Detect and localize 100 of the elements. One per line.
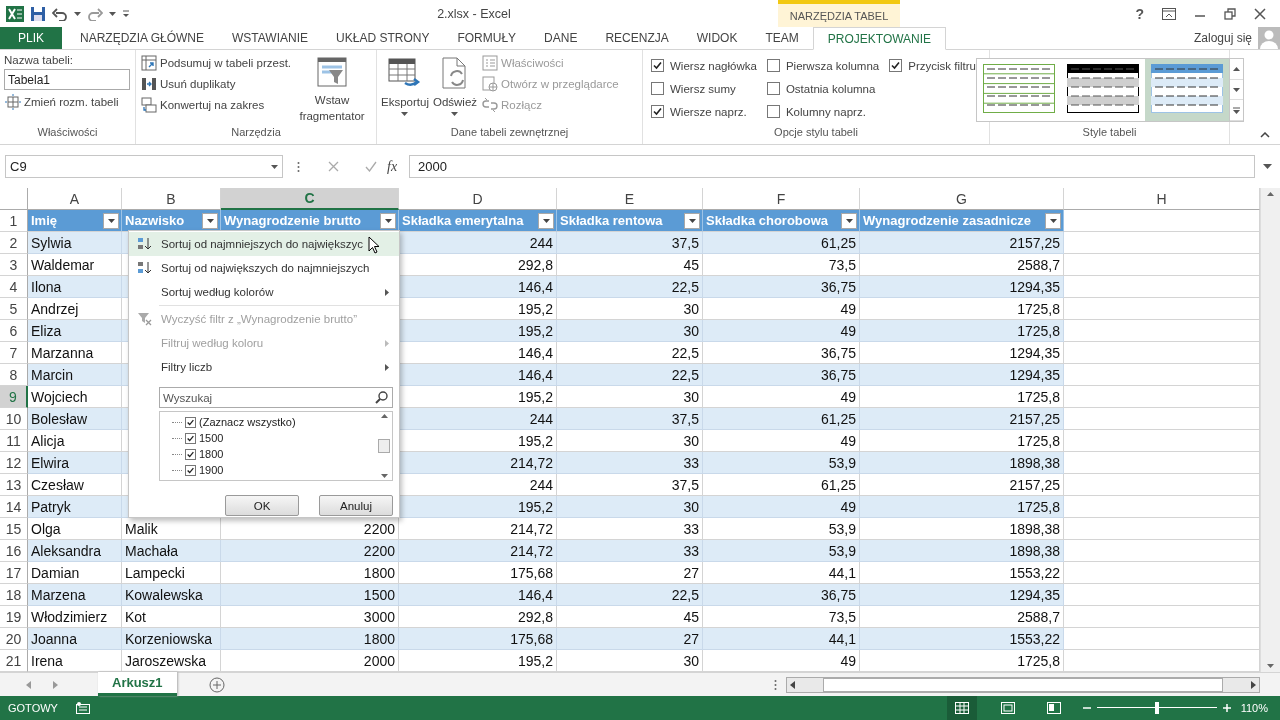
save-icon[interactable] <box>30 5 46 22</box>
menu-item[interactable]: Filtry liczb <box>129 355 399 379</box>
filter-button[interactable] <box>684 212 700 229</box>
sign-in-link[interactable]: Zaloguj się <box>1193 31 1252 45</box>
filter-button[interactable] <box>841 212 857 229</box>
scroll-up-icon[interactable] <box>1267 192 1274 196</box>
column-letter[interactable]: H <box>1064 188 1260 210</box>
checkbox[interactable] <box>766 82 780 95</box>
column-letter[interactable]: C <box>221 188 399 210</box>
expand-icon[interactable] <box>1263 164 1272 169</box>
insert-function-button[interactable]: fx <box>387 158 398 175</box>
ribbon-tab[interactable]: UKŁAD STRONY <box>322 27 444 49</box>
option-label: Wiersze naprz. <box>670 105 747 118</box>
add-sheet-icon[interactable] <box>208 676 225 693</box>
insert-slicer-button[interactable]: Wstaw fragmentator <box>296 54 369 126</box>
customize-toolbar-icon[interactable] <box>122 9 130 18</box>
table-style-swatch[interactable] <box>1144 59 1229 121</box>
table-cell: 1725,8 <box>860 496 1064 518</box>
table-cell: 30 <box>557 650 703 672</box>
ribbon-tab[interactable]: FORMUŁY <box>443 27 531 49</box>
normal-view-button[interactable] <box>946 696 977 720</box>
dialog-button[interactable]: Anuluj <box>319 495 393 516</box>
menu-item[interactable]: Sortuj od najmniejszych do największyc <box>129 232 399 256</box>
checkbox[interactable] <box>651 59 664 72</box>
menu-item[interactable]: Sortuj od największych do najmniejszych <box>129 256 399 280</box>
zoom-out-icon[interactable] <box>1082 704 1091 712</box>
column-header: Składka emerytalna <box>402 213 524 228</box>
ribbon-display-icon[interactable] <box>1162 7 1176 20</box>
search-field[interactable]: Wyszukaj <box>159 387 393 408</box>
filter-button[interactable] <box>380 212 396 229</box>
column-letter[interactable]: B <box>122 188 221 210</box>
caret-icon <box>542 218 550 223</box>
scroll-down-icon[interactable] <box>1267 664 1274 668</box>
scroll-left-icon[interactable] <box>790 680 795 689</box>
checkbox[interactable] <box>651 105 664 118</box>
checkbox[interactable] <box>185 416 196 428</box>
grip-icon <box>297 160 300 173</box>
sheet-tab[interactable]: Arkusz1 <box>98 672 177 696</box>
scrollbar-thumb[interactable] <box>378 439 390 453</box>
redo-icon[interactable] <box>87 6 103 21</box>
column-letter[interactable]: A <box>28 188 122 210</box>
column-letter[interactable]: F <box>703 188 860 210</box>
column-letter[interactable]: D <box>399 188 557 210</box>
ribbon-button[interactable]: Podsumuj w tabeli przest. <box>140 54 293 72</box>
clear-filter-icon <box>137 312 153 326</box>
filter-button[interactable] <box>1045 212 1061 229</box>
checkbox[interactable] <box>185 464 196 476</box>
resize-table-button[interactable]: Zmień rozm. tabeli <box>4 93 130 111</box>
close-icon[interactable] <box>1254 7 1266 20</box>
help-button[interactable]: ? <box>1135 5 1144 22</box>
option-label: Wiersz nagłówka <box>670 59 757 72</box>
ribbon-tab[interactable]: WIDOK <box>682 27 752 49</box>
ribbon-large-button[interactable]: Odśwież <box>432 54 478 126</box>
ribbon-button[interactable]: Usuń duplikaty <box>140 75 293 93</box>
restore-icon[interactable] <box>1224 7 1236 20</box>
table-name-field[interactable]: Tabela1 <box>4 69 130 90</box>
zoom-in-icon[interactable] <box>1222 704 1231 712</box>
checkbox[interactable] <box>185 432 196 444</box>
ribbon-tab[interactable]: PROJEKTOWANIE <box>812 27 947 50</box>
scroll-right-icon[interactable] <box>1251 680 1256 689</box>
caret-icon <box>109 11 116 16</box>
column-letter[interactable]: E <box>557 188 703 210</box>
pivot-table-icon <box>141 55 157 71</box>
menu-item[interactable]: Sortuj według kolorów <box>129 280 399 304</box>
ribbon-tab[interactable]: DANE <box>530 27 592 49</box>
zoom-level[interactable]: 110% <box>1240 702 1268 714</box>
ribbon-button[interactable]: Konwertuj na zakres <box>140 96 293 114</box>
ribbon-large-button[interactable]: Eksportuj <box>381 54 429 126</box>
ribbon-tab[interactable]: RECENZJA <box>591 27 683 49</box>
dialog-button[interactable]: OK <box>225 495 299 516</box>
ribbon-tab[interactable]: WSTAWIANIE <box>218 27 323 49</box>
column-letter[interactable]: G <box>860 188 1064 210</box>
scrollbar-thumb[interactable] <box>823 677 1223 692</box>
macro-record-icon[interactable] <box>75 702 90 714</box>
checkbox[interactable] <box>766 105 780 118</box>
scroll-up-icon[interactable] <box>1232 66 1240 71</box>
checkbox[interactable] <box>766 59 780 72</box>
scroll-down-icon[interactable] <box>380 474 388 478</box>
table-cell: Bolesław <box>28 408 122 430</box>
filter-button[interactable] <box>202 212 218 229</box>
scroll-down-icon[interactable] <box>1232 87 1240 92</box>
ribbon-tab[interactable]: NARZĘDZIA GŁÓWNE <box>66 27 219 49</box>
undo-icon[interactable] <box>52 6 68 21</box>
next-sheet-icon[interactable] <box>53 680 58 689</box>
ribbon-tab[interactable]: TEAM <box>751 27 813 49</box>
previous-sheet-icon[interactable] <box>26 680 31 689</box>
checkbox[interactable] <box>651 82 664 95</box>
ribbon-tab[interactable]: PLIK <box>0 27 62 49</box>
collapse-ribbon-icon[interactable] <box>1260 132 1270 138</box>
grip-icon[interactable] <box>774 678 777 691</box>
more-styles-icon[interactable] <box>1232 106 1240 114</box>
filter-button[interactable] <box>103 212 119 229</box>
scroll-up-icon[interactable] <box>380 414 388 418</box>
checkbox[interactable] <box>889 59 903 72</box>
formula-field[interactable]: 2000 <box>409 155 1255 178</box>
zoom-thumb[interactable] <box>1154 702 1159 714</box>
name-box[interactable]: C9 <box>5 155 283 178</box>
checkbox[interactable] <box>185 448 196 460</box>
row-number[interactable]: 9 <box>0 386 28 408</box>
filter-button[interactable] <box>538 212 554 229</box>
